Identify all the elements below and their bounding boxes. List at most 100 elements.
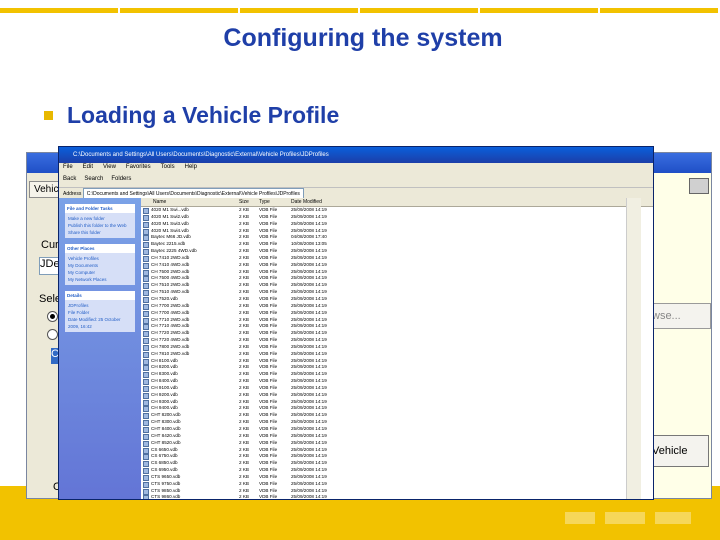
file-row[interactable]: CH 8200.vdb 2 KB VDB File 25/09/2008 14:19 — [141, 364, 653, 372]
file-date: 25/09/2008 14:19 — [291, 378, 327, 384]
menu-tools[interactable]: Tools — [161, 164, 175, 170]
task-link[interactable]: Make a new folder — [68, 215, 132, 222]
file-row[interactable]: CH 8300.vdb 2 KB VDB File 25/09/2008 14:19 — [141, 371, 653, 379]
file-name: CH 7500 4WD.vdb — [151, 275, 190, 281]
menu-help[interactable]: Help — [185, 164, 197, 170]
file-date: 25/09/2008 14:19 — [291, 419, 327, 425]
file-date: 25/09/2008 14:19 — [291, 453, 327, 459]
column-headers: Name Size Type Date Modified — [141, 198, 653, 207]
file-date: 10/08/2008 13:05 — [291, 241, 327, 247]
task-link[interactable]: Date Modified: 25 October — [68, 316, 132, 323]
task-link[interactable]: Share this folder — [68, 229, 132, 236]
browse-button[interactable]: wse... — [649, 303, 711, 329]
file-row[interactable]: CH 7710 4WD.vdb 2 KB VDB File 25/09/2008 14… — [141, 323, 653, 331]
file-row[interactable]: CH 8400.vdb 2 KB VDB File 25/09/2008 14:19 — [141, 378, 653, 386]
task-link[interactable]: 2009, 16:42 — [68, 323, 132, 330]
file-row[interactable]: 4020 M1 Swi...vdb 2 KB VDB File 25/09/2008 … — [141, 207, 653, 214]
task-header[interactable]: Details — [65, 291, 135, 300]
task-header[interactable]: Other Places — [65, 244, 135, 253]
file-row[interactable]: CH 7500 4WD.vdb 2 KB VDB File 25/09/2008 14… — [141, 275, 653, 283]
file-row[interactable]: CHT 8400.vdb 2 KB VDB File 25/09/2008 14:19 — [141, 426, 653, 433]
file-date: 25/09/2008 14:19 — [291, 309, 327, 315]
explorer-toolbar: Back Search Folders — [59, 172, 653, 188]
file-row[interactable]: CTS 9860.vdb 2 KB VDB File 25/09/2008 14:19 — [141, 494, 653, 499]
file-row[interactable]: CH 7700 4WD.vdb 2 KB VDB File 25/09/2008 14… — [141, 310, 653, 317]
file-row[interactable]: CH 7510 4WD.vdb 2 KB VDB File 25/09/2008 14… — [141, 289, 653, 297]
radio-option-2[interactable] — [47, 329, 58, 340]
file-row[interactable]: CTS 9850.vdb 2 KB VDB File 25/09/2008 14:19 — [141, 488, 653, 495]
file-name: CH 9200.vdb — [151, 391, 178, 397]
column-date[interactable]: Date Modified — [291, 198, 322, 206]
column-type[interactable]: Type — [259, 198, 270, 206]
file-size: 2 KB — [239, 227, 249, 233]
file-row[interactable]: 4020 M1 Swi3.vdb 2 KB VDB File 25/09/2008 1… — [141, 221, 653, 228]
column-size[interactable]: Size — [239, 198, 249, 206]
file-row[interactable]: CS 6750.vdb 2 KB VDB File 25/09/2008 14:19 — [141, 453, 653, 461]
file-row[interactable]: CS 6850.vdb 2 KB VDB File 25/09/2008 14:19 — [141, 460, 653, 468]
file-size: 2 KB — [239, 419, 249, 425]
file-row[interactable]: CH 9300.vdb 2 KB VDB File 25/09/2008 14:19 — [141, 399, 653, 406]
file-row[interactable]: CH 7720 2WD.vdb 2 KB VDB File 25/09/2008 14… — [141, 330, 653, 338]
file-row[interactable]: CHT 8420.vdb 2 KB VDB File 25/09/2008 14:19 — [141, 433, 653, 440]
file-row[interactable]: Baytec M66 JD.vdb 2 KB VDB File 04/08/2008 … — [141, 234, 653, 242]
file-row[interactable]: CH 9400.vdb 2 KB VDB File 25/09/2008 14:19 — [141, 405, 653, 413]
file-row[interactable]: CH 8100.vdb 2 KB VDB File 25/09/2008 14:19 — [141, 358, 653, 365]
file-date: 25/09/2008 14:19 — [291, 316, 327, 322]
menu-edit[interactable]: Edit — [83, 164, 93, 170]
file-row[interactable]: CH 7410 2WD.vdb 2 KB VDB File 25/09/2008 14… — [141, 255, 653, 262]
menu-view[interactable]: View — [103, 164, 116, 170]
file-row[interactable]: CS 6950.vdb 2 KB VDB File 25/09/2008 14:19 — [141, 467, 653, 475]
file-row[interactable]: CHT 8520.vdb 2 KB VDB File 25/09/2008 14:19 — [141, 440, 653, 447]
file-date: 25/09/2008 14:19 — [291, 268, 327, 274]
file-row[interactable]: CH 7500 2WD.vdb 2 KB VDB File 25/09/2008 14… — [141, 269, 653, 276]
task-link[interactable]: My Documents — [68, 262, 132, 269]
file-row[interactable]: CHT 8300.vdb 2 KB VDB File 25/09/2008 14:19 — [141, 419, 653, 427]
file-name: CS 6950.vdb — [151, 467, 178, 473]
file-row[interactable]: CS 6650.vdb 2 KB VDB File 25/09/2008 14:19 — [141, 447, 653, 454]
file-type: VDB File — [259, 432, 278, 438]
vehicle-button[interactable]: Vehicle — [649, 435, 709, 467]
file-name: CHT 8520.vdb — [151, 439, 181, 445]
file-date: 25/09/2008 14:19 — [291, 254, 327, 260]
file-row[interactable]: CH 9200.vdb 2 KB VDB File 25/09/2008 14:19 — [141, 392, 653, 399]
file-size: 2 KB — [239, 487, 249, 493]
task-link[interactable]: JDProfiles — [68, 302, 132, 309]
file-row[interactable]: CH 7410 4WD.vdb 2 KB VDB File 25/09/2008 14… — [141, 262, 653, 269]
file-size: 2 KB — [239, 480, 249, 486]
file-row[interactable]: CH 7510 2WD.vdb 2 KB VDB File 25/09/2008 14… — [141, 282, 653, 290]
menu-file[interactable]: File — [63, 164, 73, 170]
task-link[interactable]: My Computer — [68, 269, 132, 276]
file-row[interactable]: CH 9100.vdb 2 KB VDB File 25/09/2008 14:19 — [141, 385, 653, 392]
back-button[interactable]: Back — [63, 176, 76, 182]
file-row[interactable]: CH 7710 2WD.vdb 2 KB VDB File 25/09/2008 14… — [141, 317, 653, 324]
task-link[interactable]: Publish this folder to the Web — [68, 222, 132, 229]
column-name[interactable]: Name — [153, 198, 166, 206]
file-row[interactable]: CTS 9750.vdb 2 KB VDB File 25/09/2008 14:19 — [141, 481, 653, 488]
file-name: 4020 M1 Swi4.vdb — [151, 227, 189, 233]
menu-favorites[interactable]: Favorites — [126, 164, 151, 170]
search-button[interactable]: Search — [84, 176, 103, 182]
file-name: CH 9100.vdb — [151, 384, 178, 390]
file-row[interactable]: CHT 8200.vdb 2 KB VDB File 25/09/2008 14:19 — [141, 412, 653, 420]
file-row[interactable]: Baytec 2225 4WD.vdb 2 KB VDB File 25/09/200… — [141, 248, 653, 256]
file-row[interactable]: CH 7700 2WD.vdb 2 KB VDB File 25/09/2008 14… — [141, 303, 653, 310]
file-name: CS 6650.vdb — [151, 446, 178, 452]
file-row[interactable]: CH 7520.vdb 2 KB VDB File 25/09/2008 14:19 — [141, 296, 653, 303]
file-name: CH 7700 2WD.vdb — [151, 302, 190, 308]
vertical-scrollbar[interactable] — [626, 198, 641, 499]
file-row[interactable]: Baytec 2215.vdb 2 KB VDB File 10/08/2008 13… — [141, 241, 653, 249]
task-link[interactable]: File Folder — [68, 309, 132, 316]
file-row[interactable]: CH 7800 2WD.vdb 2 KB VDB File 25/09/2008 14… — [141, 344, 653, 351]
file-row[interactable]: CH 7720 4WD.vdb 2 KB VDB File 25/09/2008 14… — [141, 337, 653, 345]
file-row[interactable]: CTS 9650.vdb 2 KB VDB File 25/09/2008 14:19 — [141, 474, 653, 481]
task-link[interactable]: Vehicle Profiles — [68, 255, 132, 262]
task-link[interactable]: My Network Places — [68, 276, 132, 283]
file-row[interactable]: 4020 M1 Swi2.vdb 2 KB VDB File 25/09/2008 1… — [141, 214, 653, 221]
folders-button[interactable]: Folders — [111, 176, 131, 182]
file-row[interactable]: 4020 M1 Swi4.vdb 2 KB VDB File 25/09/2008 1… — [141, 228, 653, 235]
file-size: 2 KB — [239, 426, 249, 431]
task-header[interactable]: File and Folder Tasks — [65, 204, 135, 213]
camera-icon[interactable] — [689, 178, 709, 194]
file-row[interactable]: CH 7810 2WD.vdb 2 KB VDB File 25/09/2008 14… — [141, 351, 653, 358]
radio-option-1[interactable] — [47, 311, 58, 322]
